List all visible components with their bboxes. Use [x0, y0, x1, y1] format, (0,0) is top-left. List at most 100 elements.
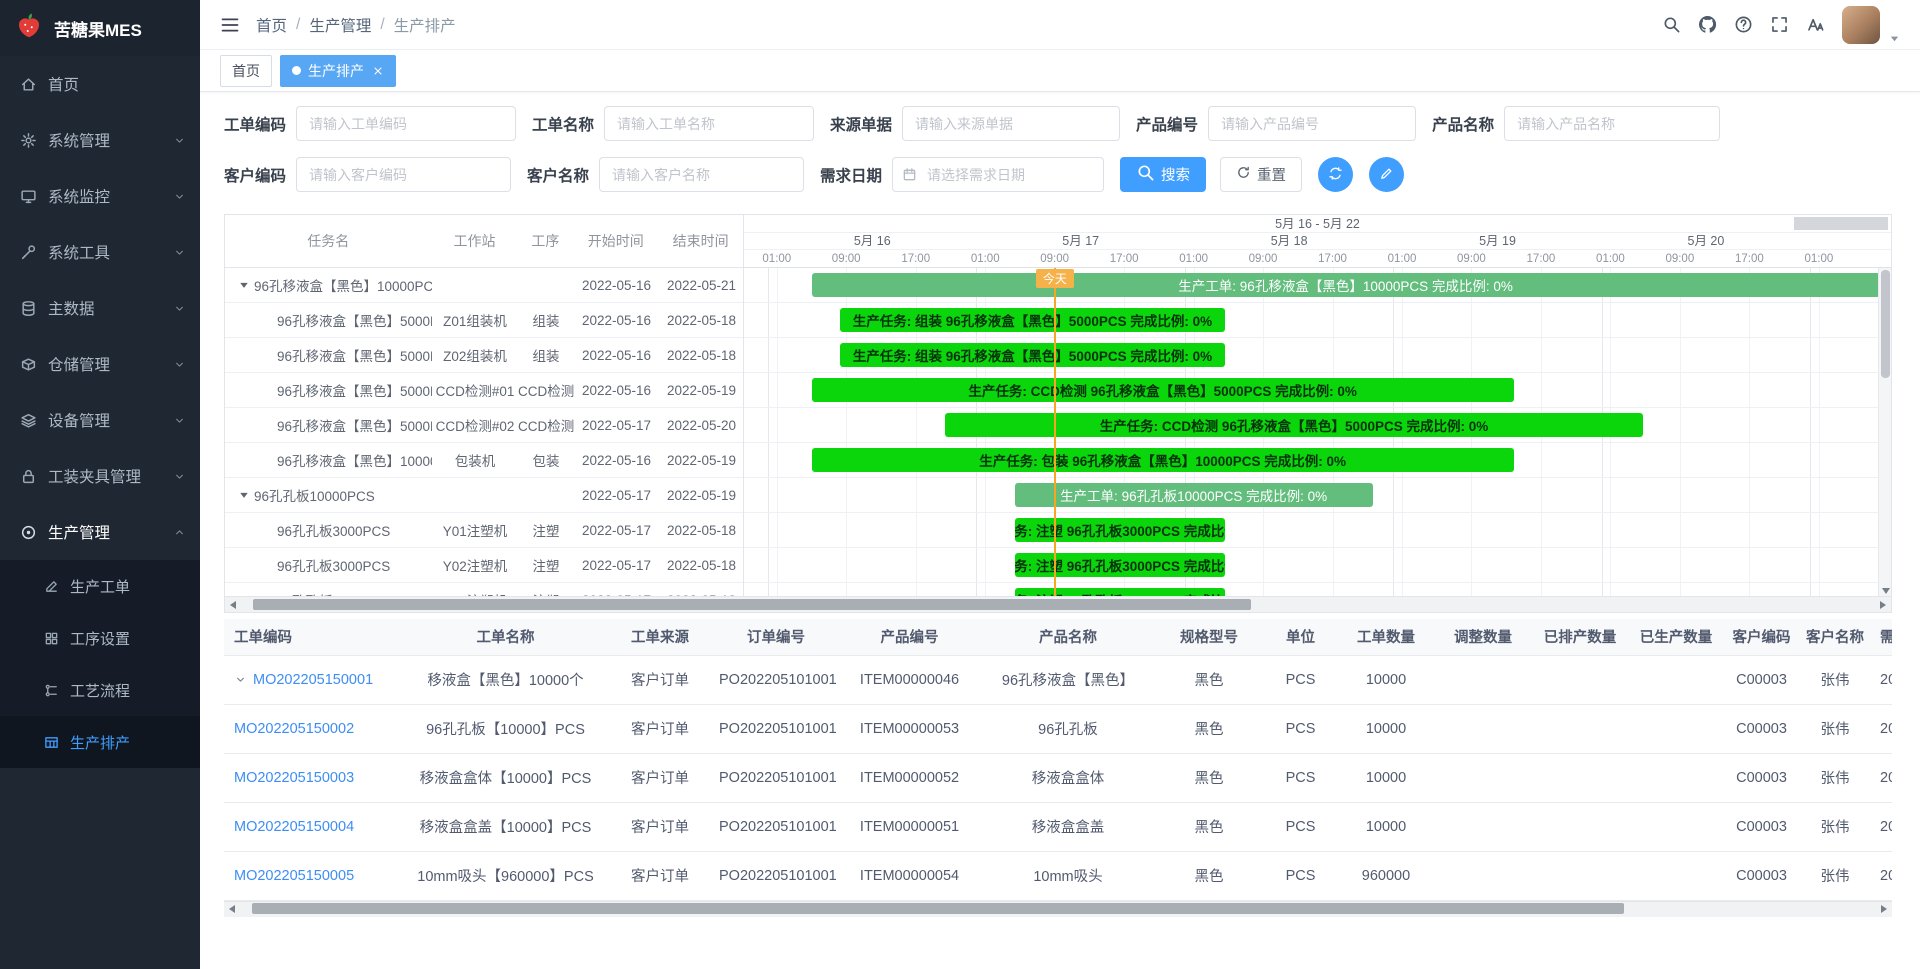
gantt-task-start: 2022-05-17	[574, 418, 659, 433]
avatar[interactable]	[1842, 6, 1880, 44]
gantt-task-row[interactable]: 96孔孔板3000PCSY03注塑机注塑2022-05-172022-05-18	[225, 583, 743, 596]
sidebar-item-production-work-order[interactable]: 生产工单	[0, 560, 200, 612]
menu-fold-icon[interactable]	[220, 15, 240, 35]
sidebar-item-label: 设备管理	[48, 409, 110, 431]
gantt-bar[interactable]: 生产任务: 组装 96孔移液盒【黑色】5000PCS 完成比例: 0%	[840, 343, 1224, 367]
customer-name-input[interactable]	[599, 157, 804, 192]
gantt-task-row[interactable]: 96孔移液盒【黑色】5000PCSZ01组装机组装2022-05-162022-…	[225, 303, 743, 338]
gantt-task-row[interactable]: 96孔移液盒【黑色】5000PCSZ02组装机组装2022-05-162022-…	[225, 338, 743, 373]
gantt-task-name: 96孔孔板3000PCS	[225, 590, 432, 596]
scroll-right-arrow-icon[interactable]	[1875, 601, 1891, 609]
refresh-gantt-button[interactable]	[1318, 157, 1353, 192]
work-order-link[interactable]: MO202205150002	[234, 721, 354, 737]
tab-0[interactable]: 首页	[220, 55, 272, 87]
sidebar-item-production-scheduling[interactable]: 生产排产	[0, 716, 200, 768]
scroll-left-arrow-icon[interactable]	[224, 905, 240, 913]
sidebar-item-fixture-management[interactable]: 工装夹具管理	[0, 448, 200, 504]
gantt-task-start: 2022-05-16	[574, 348, 659, 363]
gantt-bar[interactable]: 生产任务: 注塑 96孔孔板3000PCS 完成比例: 0%	[1015, 553, 1225, 577]
demand-date-input[interactable]	[892, 157, 1104, 192]
gantt-bar[interactable]: 生产任务: 包装 96孔移液盒【黑色】10000PCS 完成比例: 0%	[812, 448, 1514, 472]
app-logo[interactable]: 苦糖果MES	[0, 0, 200, 56]
gantt-task-row[interactable]: 96孔孔板3000PCSY01注塑机注塑2022-05-172022-05-18	[225, 513, 743, 548]
orders-cell: 202	[1870, 851, 1892, 900]
work-order-link[interactable]: MO202205150005	[234, 868, 354, 884]
gantt-task-station: CCD检测#02	[432, 415, 518, 435]
orders-column-header: 已生产数量	[1629, 619, 1723, 655]
orders-horizontal-scrollbar[interactable]	[224, 901, 1892, 917]
triangle-down-icon[interactable]	[239, 280, 249, 290]
scrollbar-thumb[interactable]	[252, 903, 1624, 914]
gantt-bar[interactable]: 生产任务: CCD检测 96孔移液盒【黑色】5000PCS 完成比例: 0%	[945, 413, 1644, 437]
search-icon[interactable]	[1662, 15, 1681, 34]
gantt-task-name: 96孔孔板10000PCS	[225, 485, 432, 505]
gantt-task-row[interactable]: 96孔移液盒【黑色】5000PCSCCD检测#01CCD检测2022-05-16…	[225, 373, 743, 408]
orders-cell: 张伟	[1800, 753, 1870, 802]
gantt-task-row[interactable]: 96孔移液盒【黑色】5000PCSCCD检测#02CCD检测2022-05-17…	[225, 408, 743, 443]
chevron-down-icon[interactable]	[234, 673, 247, 686]
close-icon[interactable]	[372, 65, 384, 77]
gantt-bar[interactable]: 生产任务: 组装 96孔移液盒【黑色】5000PCS 完成比例: 0%	[840, 308, 1224, 332]
orders-cell: 移液盒盒体【10000】PCS	[406, 753, 605, 802]
product-name-input[interactable]	[1504, 106, 1720, 141]
sidebar-item-master-data[interactable]: 主数据	[0, 280, 200, 336]
product-code-input[interactable]	[1208, 106, 1416, 141]
sidebar-item-home[interactable]: 首页	[0, 56, 200, 112]
scrollbar-track[interactable]	[240, 901, 1876, 917]
breadcrumb-item[interactable]: 生产管理	[309, 14, 371, 36]
work-order-link[interactable]: MO202205150004	[234, 819, 354, 835]
fullscreen-icon[interactable]	[1770, 15, 1789, 34]
scroll-down-arrow-icon[interactable]	[1882, 588, 1890, 594]
gantt-task-row[interactable]: 96孔孔板3000PCSY02注塑机注塑2022-05-172022-05-18	[225, 548, 743, 583]
work-order-code-input[interactable]	[296, 106, 516, 141]
gantt-bar[interactable]: 生产工单: 96孔孔板10000PCS 完成比例: 0%	[1015, 483, 1373, 507]
scrollbar-thumb[interactable]	[253, 599, 1251, 610]
table-row[interactable]: MO20220515000510mm吸头【960000】PCS客户订单PO202…	[224, 851, 1892, 900]
sidebar-item-system-management[interactable]: 系统管理	[0, 112, 200, 168]
sidebar-item-system-monitor[interactable]: 系统监控	[0, 168, 200, 224]
gantt-task-row[interactable]: 96孔孔板10000PCS2022-05-172022-05-19	[225, 478, 743, 513]
customer-code-input[interactable]	[296, 157, 511, 192]
triangle-right-icon	[1880, 601, 1886, 609]
scroll-right-arrow-icon[interactable]	[1876, 905, 1892, 913]
sidebar-item-warehouse-management[interactable]: 仓储管理	[0, 336, 200, 392]
font-size-icon[interactable]	[1806, 15, 1825, 34]
work-order-link[interactable]: MO202205150003	[234, 770, 354, 786]
gantt-bar[interactable]: 生产任务: 注塑 96孔孔板3000PCS 完成比例: 0%	[1015, 518, 1225, 542]
github-icon[interactable]	[1698, 15, 1717, 34]
search-button[interactable]: 搜索	[1120, 157, 1206, 192]
breadcrumb-item[interactable]: 首页	[256, 14, 287, 36]
gantt-hour-label: 01:00	[1596, 250, 1625, 268]
reset-button[interactable]: 重置	[1220, 157, 1302, 192]
sidebar-item-equipment-management[interactable]: 设备管理	[0, 392, 200, 448]
gantt-vertical-scrollbar[interactable]	[1878, 268, 1891, 596]
input-wrap	[1208, 106, 1416, 141]
gantt-task-name: 96孔移液盒【黑色】10000PCS	[225, 450, 432, 470]
gantt-task-row[interactable]: 96孔移液盒【黑色】10000PCS包装机包装2022-05-162022-05…	[225, 443, 743, 478]
sidebar-item-production-management[interactable]: 生产管理	[0, 504, 200, 560]
table-row[interactable]: MO20220515000296孔孔板【10000】PCS客户订单PO20220…	[224, 704, 1892, 753]
scroll-left-arrow-icon[interactable]	[225, 601, 241, 609]
gantt-bar[interactable]: 生产任务: CCD检测 96孔移液盒【黑色】5000PCS 完成比例: 0%	[812, 378, 1514, 402]
work-order-name-input[interactable]	[604, 106, 814, 141]
scrollbar-thumb[interactable]	[1881, 270, 1890, 378]
gantt-task-row[interactable]: 96孔移液盒【黑色】10000PCS2022-05-162022-05-21	[225, 268, 743, 303]
gantt-bar[interactable]: 生产任务: 注塑 96孔孔板3000PCS 完成比例: 0%	[1015, 588, 1225, 596]
table-row[interactable]: MO202205150001移液盒【黑色】10000个客户订单PO2022051…	[224, 655, 1892, 704]
tab-active[interactable]: 生产排产	[280, 55, 396, 87]
table-row[interactable]: MO202205150004移液盒盒盖【10000】PCS客户订单PO20220…	[224, 802, 1892, 851]
caret-down-icon[interactable]	[1889, 33, 1900, 44]
gantt-bar[interactable]: 生产工单: 96孔移液盒【黑色】10000PCS 完成比例: 0%	[812, 273, 1880, 297]
sidebar-item-process-settings[interactable]: 工序设置	[0, 612, 200, 664]
orders-cell	[1435, 802, 1531, 851]
table-row[interactable]: MO202205150003移液盒盒体【10000】PCS客户订单PO20220…	[224, 753, 1892, 802]
sidebar-item-system-tools[interactable]: 系统工具	[0, 224, 200, 280]
edit-schedule-button[interactable]	[1369, 157, 1404, 192]
gantt-horizontal-scrollbar[interactable]	[225, 596, 1891, 612]
sidebar-item-process-flow[interactable]: 工艺流程	[0, 664, 200, 716]
work-order-link[interactable]: MO202205150001	[253, 672, 373, 688]
source-doc-input[interactable]	[902, 106, 1120, 141]
question-icon[interactable]	[1734, 15, 1753, 34]
scrollbar-track[interactable]	[241, 597, 1875, 613]
triangle-down-icon[interactable]	[239, 490, 249, 500]
